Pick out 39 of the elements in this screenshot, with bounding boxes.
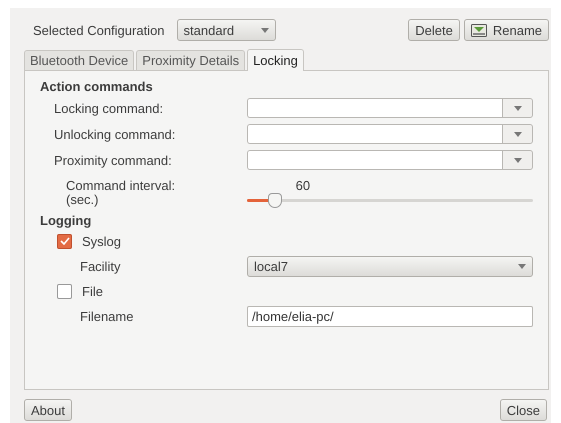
checkbox[interactable] [57,284,72,298]
checkbox-label: Syslog [82,234,122,248]
facility-dropdown[interactable]: local7 [247,256,533,276]
delete-button[interactable]: Delete [408,19,460,41]
tab[interactable]: Locking [247,49,304,71]
section-title: Logging [40,213,92,229]
drive-icon [470,24,487,36]
tab[interactable]: Proximity Details [136,50,246,70]
field-label: Unlocking command: [53,126,176,142]
tab[interactable]: Bluetooth Device [24,50,134,70]
field-label: Locking command: [53,100,164,116]
slider-value: 60 [296,178,310,192]
caret-icon [518,264,526,268]
dropdown-button[interactable] [502,124,533,144]
slider-thumb[interactable] [268,192,282,208]
command-field[interactable] [247,124,502,144]
configuration-label: Selected Configuration [33,22,165,38]
caret-icon [260,28,269,32]
field-label: Facility [79,258,122,274]
interval-slider[interactable] [247,192,533,208]
check-icon [60,237,70,245]
field-label: Command interval: (sec.) [65,179,176,207]
configuration-dropdown[interactable]: standard [176,19,276,41]
caret-icon [514,158,522,162]
caret-icon [514,106,522,110]
filename-field[interactable]: /home/elia-pc/ [247,306,533,326]
dropdown-button[interactable] [502,98,533,118]
command-field[interactable] [247,98,502,118]
section-title: Action commands [40,79,154,95]
field-label: Filename [79,308,134,324]
caret-icon [514,132,522,136]
command-field[interactable] [247,150,502,170]
about-button[interactable]: About [24,399,72,421]
rename-button[interactable]: Rename [464,19,549,41]
checkbox[interactable] [57,234,72,248]
field-label: Proximity command: [53,152,173,168]
dropdown-button[interactable] [502,150,533,170]
close-button[interactable]: Close [500,399,547,421]
checkbox-label: File [82,284,103,298]
